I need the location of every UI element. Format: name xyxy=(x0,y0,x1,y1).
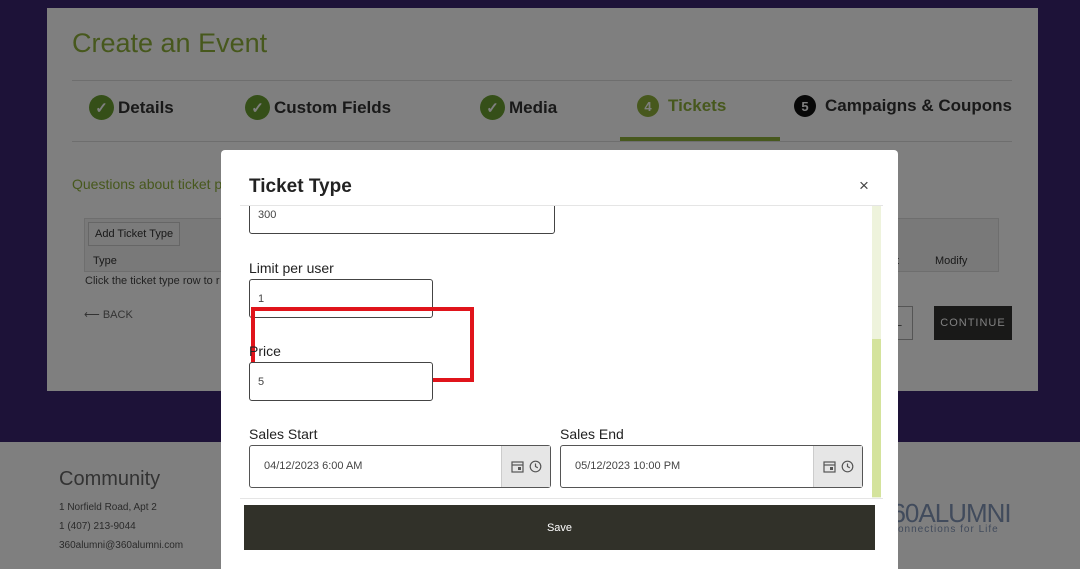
calendar-icon[interactable] xyxy=(822,460,836,473)
close-icon[interactable]: × xyxy=(859,176,869,196)
scrollbar-thumb[interactable] xyxy=(872,339,881,497)
clock-icon[interactable] xyxy=(841,460,854,473)
sales-start-label: Sales Start xyxy=(249,426,318,442)
calendar-icon[interactable] xyxy=(510,460,524,473)
ticket-type-modal: Ticket Type × 300 Limit per user 1 Price… xyxy=(221,150,898,569)
date-time-picker-addon[interactable] xyxy=(813,446,862,487)
modal-title: Ticket Type xyxy=(249,176,352,197)
sales-end-label: Sales End xyxy=(560,426,624,442)
price-label: Price xyxy=(249,343,281,359)
clock-icon[interactable] xyxy=(529,460,542,473)
sales-end-input[interactable]: 05/12/2023 10:00 PM xyxy=(560,445,863,488)
limit-per-user-label: Limit per user xyxy=(249,260,334,276)
save-button[interactable]: Save xyxy=(244,505,875,550)
sales-end-value: 05/12/2023 10:00 PM xyxy=(575,460,681,472)
divider xyxy=(240,498,883,499)
modal-form-scroll-area[interactable]: 300 Limit per user 1 Price 5 Sales Start… xyxy=(240,206,883,498)
price-input[interactable]: 5 xyxy=(249,362,433,401)
quantity-input[interactable]: 300 xyxy=(249,206,555,234)
sales-start-value: 04/12/2023 6:00 AM xyxy=(264,460,363,472)
sales-start-input[interactable]: 04/12/2023 6:00 AM xyxy=(249,445,551,488)
date-time-picker-addon[interactable] xyxy=(501,446,550,487)
